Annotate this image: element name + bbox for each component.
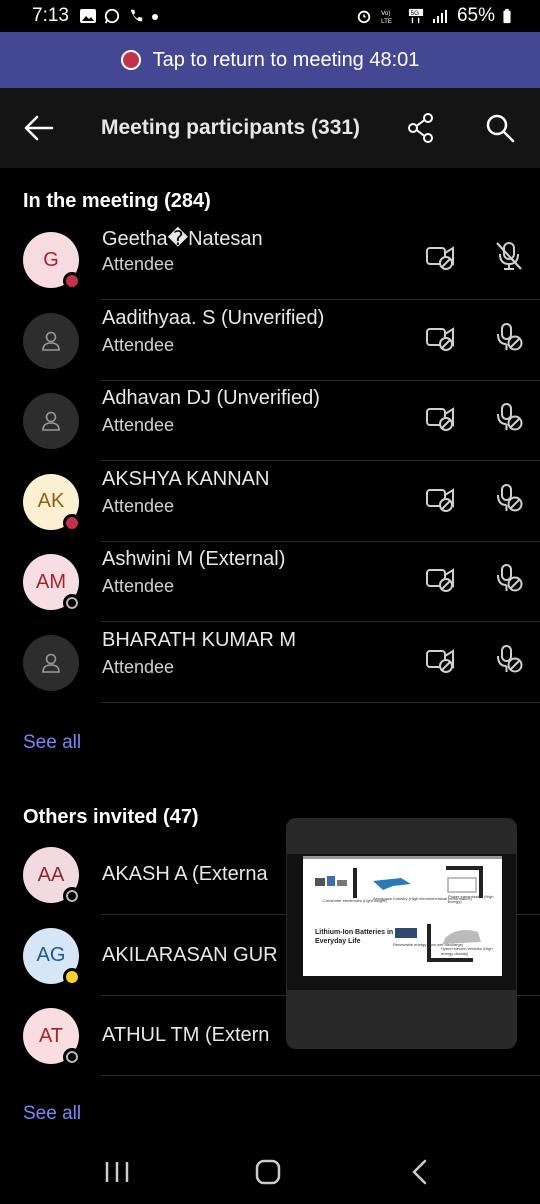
video-off-icon <box>426 326 454 351</box>
participant-name: Ashwini M (External) <box>102 548 286 570</box>
back-arrow-icon[interactable] <box>24 114 54 142</box>
person-icon <box>42 411 60 431</box>
participant-role: Attendee <box>102 334 175 355</box>
home-icon[interactable] <box>255 1159 281 1185</box>
mic-off-icon <box>497 403 523 431</box>
away-status-icon <box>63 967 81 986</box>
participant-name: Adhavan DJ (Unverified) <box>102 387 320 409</box>
dot-icon <box>151 14 158 20</box>
participant-name: AKASH A (Externa <box>102 863 268 885</box>
shared-screen-pip[interactable]: Consumer electronics (Light weight) Aero… <box>286 818 517 1049</box>
participant-name: ATHUL TM (Extern <box>102 1024 270 1046</box>
participant-name: BHARATH KUMAR M <box>102 628 297 651</box>
participant-name: AKILARASAN GUR <box>102 943 278 966</box>
participant-role: Attendee <box>102 415 175 435</box>
row-divider <box>101 1075 540 1076</box>
avatar-initials: AM <box>36 570 66 593</box>
see-all-invited-link[interactable]: See all <box>23 1103 81 1125</box>
participant-name: Geetha�Natesan <box>102 228 263 250</box>
busy-status-icon <box>63 272 81 290</box>
slide-page: Consumer electronics (Light weight) Aero… <box>303 856 502 976</box>
avatar-initials: G <box>43 248 59 271</box>
video-off-icon <box>426 246 454 270</box>
offline-status-icon <box>63 1048 81 1066</box>
record-dot-icon <box>120 50 141 70</box>
participant-role: Attendee <box>102 576 175 596</box>
row-divider <box>101 701 540 703</box>
participant-role: Attendee <box>102 656 175 677</box>
page-title: Meeting participants (331) <box>101 116 361 139</box>
app-bar: Meeting participants (331) <box>0 88 540 168</box>
alarm-icon <box>357 10 371 24</box>
svg-text:5G: 5G <box>411 10 419 17</box>
slide-title: Lithium-Ion Batteries in Everyday Life <box>315 929 394 945</box>
participant-row[interactable]: BHARATH KUMAR M Attendee <box>0 623 540 703</box>
mic-off-icon <box>497 322 523 350</box>
avatar: AG <box>23 927 81 986</box>
participant-row[interactable]: Aadithyaa. S (Unverified) Attendee <box>0 301 540 381</box>
return-to-meeting-banner[interactable]: Tap to return to meeting 48:01 <box>0 32 540 88</box>
status-time: 7:13 <box>32 5 69 26</box>
video-off-icon <box>426 407 454 431</box>
svg-text:LTE: LTE <box>381 18 392 24</box>
mic-muted-icon <box>496 242 522 270</box>
avatar: AM <box>23 554 81 612</box>
participant-role: Attendee <box>102 254 175 274</box>
nav-back-icon[interactable] <box>410 1159 430 1185</box>
recent-apps-icon[interactable] <box>104 1160 130 1184</box>
participant-row[interactable]: Adhavan DJ (Unverified) Attendee <box>0 381 540 461</box>
slide-graphics <box>303 856 502 962</box>
mic-off-icon <box>497 644 523 672</box>
status-right: Vo) LTE 5G 65% <box>355 5 512 27</box>
see-all-in-meeting-link[interactable]: See all <box>23 732 81 754</box>
slide-label-5: Hybrid electric vehicles (High energy de… <box>441 946 493 956</box>
participant-row[interactable]: AM Ashwini M (External) Attendee <box>0 542 540 622</box>
5g-icon: 5G <box>408 8 424 24</box>
share-icon[interactable] <box>406 112 436 144</box>
others-invited-header: Others invited (47) <box>23 806 199 828</box>
phone-icon <box>130 9 143 22</box>
participant-role: Attendee <box>102 495 175 516</box>
participant-name: Aadithyaa. S (Unverified) <box>102 306 325 329</box>
banner-text: Tap to return to meeting 48:01 <box>152 48 420 71</box>
battery-percent: 65% <box>456 5 495 26</box>
system-navigation-bar <box>0 1140 540 1204</box>
mic-off-icon <box>497 564 523 592</box>
busy-status-icon <box>63 513 81 532</box>
avatar: G <box>23 232 81 290</box>
avatar: AA <box>23 847 81 905</box>
avatar: AK <box>23 473 81 532</box>
participant-row[interactable]: AK AKSHYA KANNAN Attendee <box>0 462 540 542</box>
avatar: AT <box>23 1008 81 1066</box>
video-off-icon <box>426 487 454 512</box>
svg-text:Vo): Vo) <box>381 10 390 17</box>
offline-status-icon <box>63 887 81 905</box>
participant-name: AKSHYA KANNAN <box>102 467 270 490</box>
person-icon <box>42 653 60 673</box>
signal-icon <box>432 10 447 23</box>
avatar-initials: AK <box>37 490 65 512</box>
whatsapp-icon <box>104 8 120 24</box>
participant-row[interactable]: G Geetha�Natesan Attendee <box>0 220 540 300</box>
avatar-initials: AT <box>38 1024 64 1047</box>
search-icon[interactable] <box>485 112 515 144</box>
status-bar: 7:13 Vo) LTE 5G 65% <box>0 0 540 32</box>
avatar-initials: AG <box>36 944 66 966</box>
avatar <box>23 312 79 369</box>
shared-slide: Consumer electronics (Light weight) Aero… <box>287 854 516 990</box>
gallery-icon <box>79 9 96 23</box>
person-icon <box>42 331 60 351</box>
mic-off-icon <box>497 483 523 511</box>
in-meeting-header: In the meeting (284) <box>23 190 211 212</box>
slide-label-3: Power transmission (High energy) <box>448 894 494 904</box>
notification-icons <box>79 8 159 24</box>
avatar <box>23 393 79 449</box>
offline-status-icon <box>63 594 81 612</box>
volte-icon: Vo)LTE <box>381 10 392 24</box>
battery-icon <box>503 8 511 24</box>
avatar-initials: AA <box>37 863 65 886</box>
video-off-icon <box>426 568 454 592</box>
video-off-icon <box>426 648 454 673</box>
avatar <box>23 634 79 691</box>
